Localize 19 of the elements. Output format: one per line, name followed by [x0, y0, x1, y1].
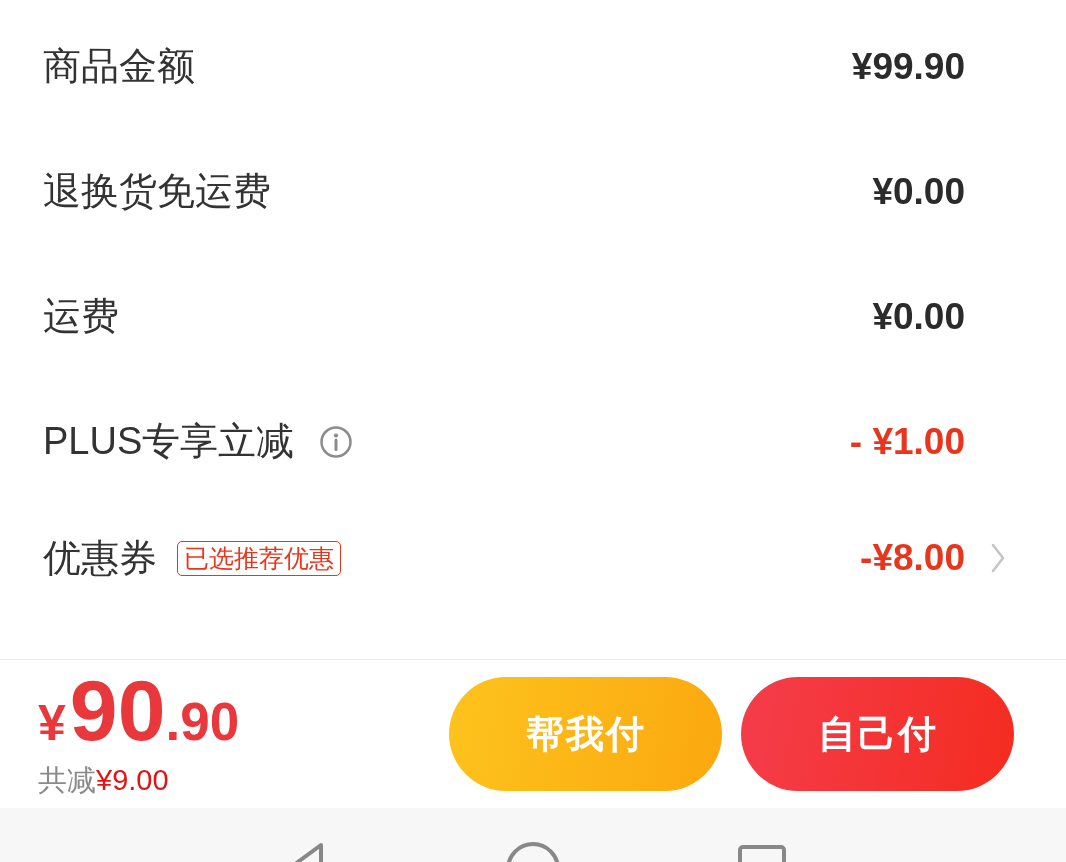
row-label: 退换货免运费: [43, 169, 271, 214]
home-icon[interactable]: [506, 842, 560, 862]
total-price: ¥90.90: [38, 667, 240, 753]
info-icon[interactable]: [320, 425, 353, 458]
pay-button[interactable]: 自己付: [741, 677, 1014, 791]
savings-amount: ¥9.00: [96, 764, 169, 797]
row-label: 商品金额: [43, 44, 195, 89]
row-amount: ¥0.00: [872, 170, 965, 213]
row-amount: ¥0.00: [872, 295, 965, 338]
chevron-right-icon[interactable]: [991, 543, 1005, 573]
row-label: 优惠券: [43, 535, 157, 581]
row-label: PLUS专享立减: [43, 419, 295, 464]
row-amount: - ¥1.00: [849, 420, 965, 463]
row-amount: ¥99.90: [851, 45, 965, 88]
savings-label: 共减: [38, 763, 96, 798]
row-label: 运费: [43, 294, 119, 339]
row-amount: -¥8.00: [860, 537, 965, 579]
recommended-tag: 已选推荐优惠: [177, 540, 341, 576]
recent-apps-icon[interactable]: [738, 845, 786, 862]
